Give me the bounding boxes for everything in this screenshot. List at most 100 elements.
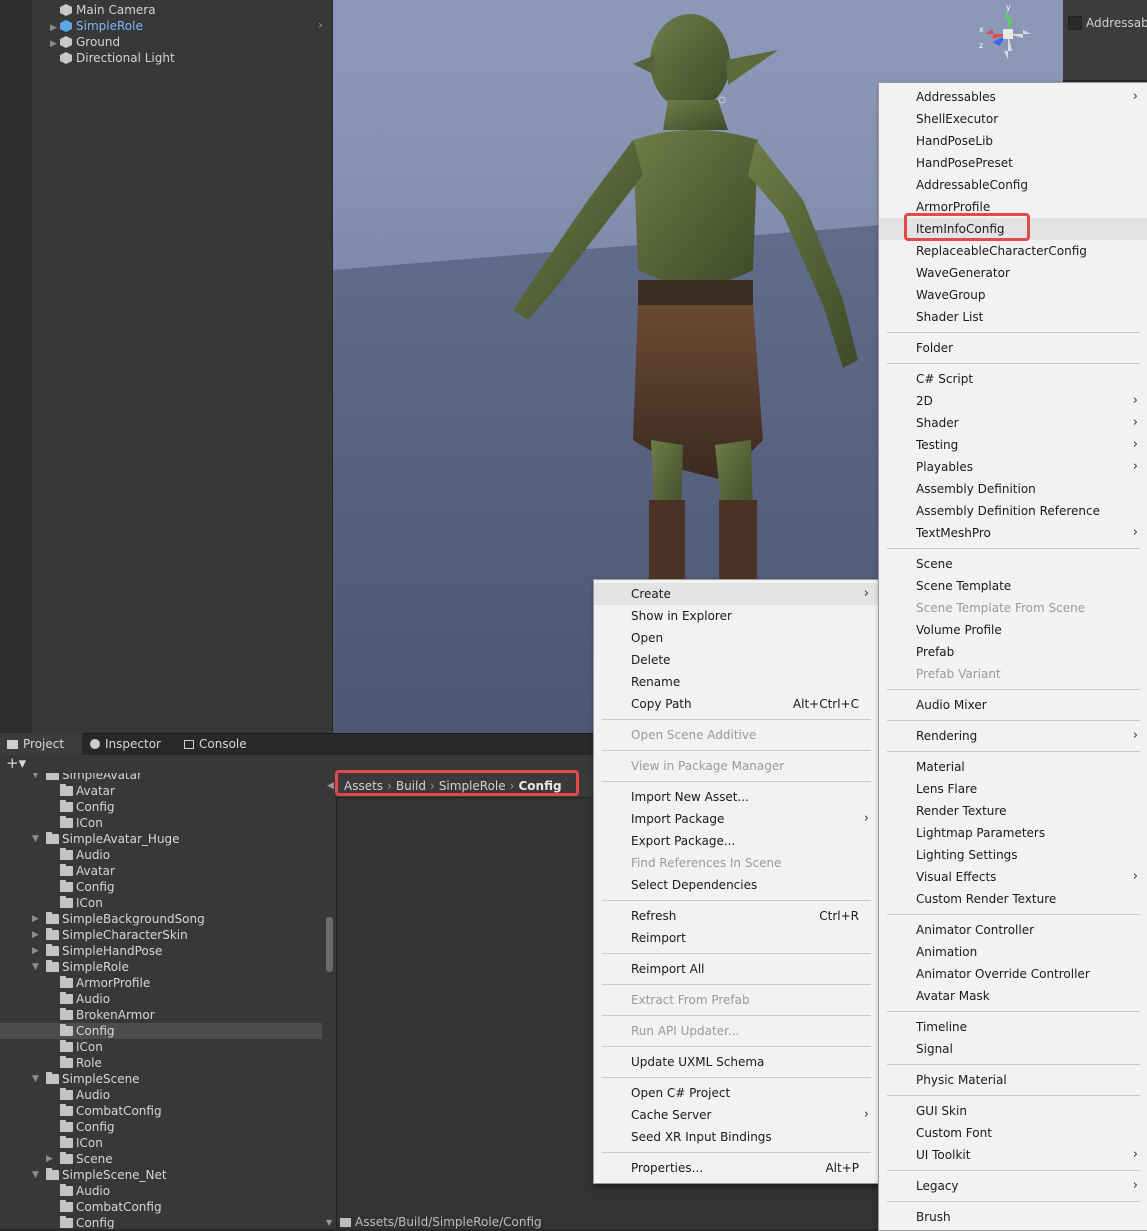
menu-item-legacy[interactable]: Legacy › [879,1175,1147,1197]
menu-item-wavegenerator[interactable]: WaveGenerator [879,262,1147,284]
tree-item-config[interactable]: Config [0,1023,322,1039]
menu-item-lightmap-parameters[interactable]: Lightmap Parameters [879,822,1147,844]
tree-item-brokenarmor[interactable]: BrokenArmor [0,1007,322,1023]
create-add-button[interactable]: +▾ [6,755,26,771]
tree-item-audio[interactable]: Audio [0,991,322,1007]
menu-item-shader[interactable]: Shader › [879,412,1147,434]
expand-arrow-icon[interactable]: ▶ [32,927,39,943]
menu-item-reimport[interactable]: Reimport [594,927,879,949]
menu-item-replaceablecharacterconfig[interactable]: ReplaceableCharacterConfig [879,240,1147,262]
collapse-left-icon[interactable]: ◀ [327,781,334,791]
expand-arrow-icon[interactable]: ▼ [32,831,39,847]
tab-console[interactable]: Console [182,733,262,755]
tab-project[interactable]: Project [0,733,82,755]
expand-arrow-icon[interactable]: ▼ [32,773,39,783]
menu-item-create[interactable]: Create › [594,583,879,605]
menu-item-handposepreset[interactable]: HandPosePreset [879,152,1147,174]
tree-item-combatconfig[interactable]: CombatConfig [0,1103,322,1119]
menu-item-shader-list[interactable]: Shader List [879,306,1147,328]
breadcrumb-build[interactable]: Build [396,779,426,793]
tree-scrollbar[interactable] [326,917,333,972]
tree-item-audio[interactable]: Audio [0,847,322,863]
tree-item-config[interactable]: Config [0,1215,322,1229]
menu-item-rename[interactable]: Rename [594,671,879,693]
tree-item-icon[interactable]: ICon [0,895,322,911]
tree-item-simpleavatar[interactable]: ▼ SimpleAvatar [0,773,322,783]
tree-item-icon[interactable]: ICon [0,815,322,831]
tree-item-icon[interactable]: ICon [0,1039,322,1055]
tree-item-scene[interactable]: ▶ Scene [0,1151,322,1167]
menu-item-export-package[interactable]: Export Package... [594,830,879,852]
breadcrumb-config[interactable]: Config [518,779,561,793]
menu-item-select-dependencies[interactable]: Select Dependencies [594,874,879,896]
menu-item-delete[interactable]: Delete [594,649,879,671]
menu-item-scene-template[interactable]: Scene Template [879,575,1147,597]
breadcrumb[interactable]: Assets › Build › SimpleRole › Config [335,770,579,796]
menu-item-handposelib[interactable]: HandPoseLib [879,130,1147,152]
menu-item-textmeshpro[interactable]: TextMeshPro › [879,522,1147,544]
menu-item-addressables[interactable]: Addressables › [879,86,1147,108]
menu-item-assembly-definition[interactable]: Assembly Definition [879,478,1147,500]
menu-item-properties[interactable]: Properties... Alt+P [594,1157,879,1179]
tree-item-config[interactable]: Config [0,1119,322,1135]
menu-item-custom-font[interactable]: Custom Font [879,1122,1147,1144]
menu-item-custom-render-texture[interactable]: Custom Render Texture [879,888,1147,910]
hierarchy-item-main-camera[interactable]: Main Camera [50,2,156,18]
menu-item-audio-mixer[interactable]: Audio Mixer [879,694,1147,716]
tree-item-simplehandpose[interactable]: ▶ SimpleHandPose [0,943,322,959]
tree-item-simplescene[interactable]: ▼ SimpleScene [0,1071,322,1087]
menu-item-prefab[interactable]: Prefab [879,641,1147,663]
project-tree[interactable]: ▼ SimpleAvatar Avatar Config ICon ▼ SimpleAvat… [0,773,336,1229]
menu-item-import-package[interactable]: Import Package › [594,808,879,830]
chevron-right-icon[interactable]: › [318,18,323,32]
tree-item-simpleavatar-huge[interactable]: ▼ SimpleAvatar_Huge [0,831,322,847]
expand-arrow-icon[interactable]: ▼ [32,1071,39,1087]
tree-item-simplescene-net[interactable]: ▼ SimpleScene_Net [0,1167,322,1183]
scroll-down-icon[interactable]: ▼ [326,1218,332,1227]
menu-item-animator-override-controller[interactable]: Animator Override Controller [879,963,1147,985]
menu-item-wavegroup[interactable]: WaveGroup [879,284,1147,306]
menu-item-update-uxml-schema[interactable]: Update UXML Schema [594,1051,879,1073]
expand-arrow-icon[interactable]: ▼ [32,959,39,975]
menu-item-render-texture[interactable]: Render Texture [879,800,1147,822]
menu-item-gui-skin[interactable]: GUI Skin [879,1100,1147,1122]
expand-arrow-icon[interactable]: ▶ [46,1151,53,1167]
menu-item-assembly-definition-reference[interactable]: Assembly Definition Reference [879,500,1147,522]
menu-item-animation[interactable]: Animation [879,941,1147,963]
tree-item-simplebackgroundsong[interactable]: ▶ SimpleBackgroundSong [0,911,322,927]
menu-item-open-c-project[interactable]: Open C# Project [594,1082,879,1104]
tree-item-config[interactable]: Config [0,879,322,895]
hierarchy-item-directional-light[interactable]: Directional Light [50,50,175,66]
menu-item-lens-flare[interactable]: Lens Flare [879,778,1147,800]
scene-orientation-gizmo[interactable]: y x z [973,4,1043,66]
menu-item-timeline[interactable]: Timeline [879,1016,1147,1038]
menu-item-shellexecutor[interactable]: ShellExecutor [879,108,1147,130]
menu-item-reimport-all[interactable]: Reimport All [594,958,879,980]
tree-item-armorprofile[interactable]: ArmorProfile [0,975,322,991]
expand-arrow-icon[interactable]: ▶ [32,943,39,959]
breadcrumb-assets[interactable]: Assets [344,779,383,793]
tree-item-avatar[interactable]: Avatar [0,863,322,879]
tree-item-combatconfig[interactable]: CombatConfig [0,1199,322,1215]
tree-item-audio[interactable]: Audio [0,1183,322,1199]
menu-item-lighting-settings[interactable]: Lighting Settings [879,844,1147,866]
breadcrumb-simplerole[interactable]: SimpleRole [439,779,506,793]
tree-item-role[interactable]: Role [0,1055,322,1071]
menu-item-visual-effects[interactable]: Visual Effects › [879,866,1147,888]
menu-item-open[interactable]: Open [594,627,879,649]
addressable-checkbox[interactable] [1068,16,1082,30]
menu-item-refresh[interactable]: Refresh Ctrl+R [594,905,879,927]
menu-item-cache-server[interactable]: Cache Server › [594,1104,879,1126]
hierarchy-item-simplerole[interactable]: ▶ SimpleRole [50,18,143,34]
menu-item-testing[interactable]: Testing › [879,434,1147,456]
tab-inspector[interactable]: Inspector [88,733,178,755]
menu-item-addressableconfig[interactable]: AddressableConfig [879,174,1147,196]
hierarchy-item-ground[interactable]: ▶ Ground [50,34,120,50]
menu-item-rendering[interactable]: Rendering › [879,725,1147,747]
menu-item-c-script[interactable]: C# Script [879,368,1147,390]
menu-item-material[interactable]: Material [879,756,1147,778]
menu-item-copy-path[interactable]: Copy Path Alt+Ctrl+C [594,693,879,715]
tree-item-simplerole[interactable]: ▼ SimpleRole [0,959,322,975]
expand-arrow-icon[interactable]: ▶ [32,911,39,927]
menu-item-playables[interactable]: Playables › [879,456,1147,478]
